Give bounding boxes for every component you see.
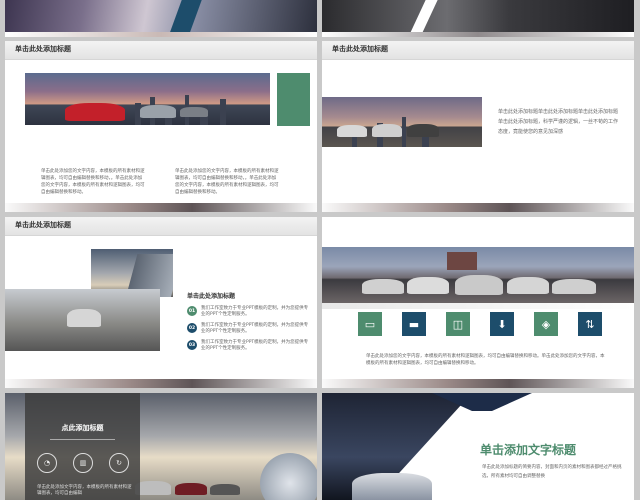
slide-thumbnail-6[interactable]: 单击添加文字标题 单击此处添加标题的简要内容，封面和内页的素材和图表都经过严格挑…: [322, 393, 634, 500]
caption-left: 单击此处添加您的文字内容，本模板的所有素材和逻辑图表，均可自由编辑替换和移动，。…: [41, 169, 145, 195]
cars-on-plaza-photo: [322, 97, 482, 147]
pie-chart-icon[interactable]: ◔: [37, 453, 57, 473]
item-number-2: 02: [187, 323, 197, 333]
slide-header: 单击此处添加标题: [5, 217, 317, 236]
slide-thumbnail-5[interactable]: 点此添加标题 ◔ ▥ ↻ 单击此处添加文字内容，本模板的所有素材和逻辑图表，均可…: [5, 393, 317, 500]
footer-band: [5, 203, 317, 212]
slide-title: 单击此处添加标题: [332, 45, 388, 53]
road-car-photo: [5, 289, 160, 351]
car-silhouette: [352, 473, 432, 500]
footer-band: [322, 32, 634, 37]
section-subtitle: 单击此处添加标题: [187, 293, 236, 300]
red-car: [65, 103, 125, 121]
slide-header: 单击此处添加标题: [5, 41, 317, 60]
cars-lineup-photo: [322, 247, 634, 303]
grey-car: [180, 107, 208, 117]
slide-thumbnail-4[interactable]: ▭ ▬ ◫ ⬇ ◈ ⇅ 单击此处添加您的文字内容，本模板的所有素材和逻辑图表，均可自由编辑…: [322, 217, 634, 388]
bar-chart-icon[interactable]: ▥: [73, 453, 93, 473]
transfer-icon[interactable]: ⇅: [578, 312, 602, 336]
caption-right: 单击此处添加您的文字内容，本模板的所有素材和逻辑图表，均可自由编辑替换和移动，。…: [175, 169, 279, 195]
footer-band: [322, 203, 634, 212]
panel-title: 点此添加标题: [61, 424, 104, 432]
slide-thumbnail-top-right[interactable]: [322, 0, 634, 37]
slide-title: 单击添加文字标题: [480, 443, 577, 457]
slide-title: 单击此处添加标题: [15, 221, 71, 229]
silver-car: [140, 105, 176, 118]
item-text-2: 我们工作室致力于专业PPT模板的定制，并为您提供专业的PPT个性定制服务。: [201, 323, 309, 334]
footer-band: [322, 379, 634, 388]
dome-building: [260, 453, 317, 500]
download-icon[interactable]: ⬇: [490, 312, 514, 336]
slide-thumbnail-1[interactable]: 单击此处添加标题 单击此处添加您的文字内容，本模板的所有素材和逻辑图表，均可自由…: [5, 41, 317, 212]
panel-body: 单击此处添加文字内容，本模板的所有素材和逻辑图表，均可自由编辑: [37, 485, 132, 496]
refresh-icon[interactable]: ↻: [109, 453, 129, 473]
slide-header: 单击此处添加标题: [322, 41, 634, 60]
footer-band: [5, 32, 317, 37]
slide-thumbnail-top-left[interactable]: [5, 0, 317, 37]
pagoda: [447, 252, 477, 270]
tray-icon[interactable]: ▬: [402, 312, 426, 336]
box-icon[interactable]: ◫: [446, 312, 470, 336]
footer-band: [5, 379, 317, 388]
text-overlay-panel: 点此添加标题 ◔ ▥ ↻ 单击此处添加文字内容，本模板的所有素材和逻辑图表，均可…: [25, 393, 140, 500]
white-sedan: [67, 309, 101, 327]
item-text-3: 我们工作室致力于专业PPT模板的定制，并为您提供专业的PPT个性定制服务。: [201, 340, 309, 351]
car-city-photo: [25, 73, 270, 125]
slide-title: 单击此处添加标题: [15, 45, 71, 53]
slide-thumbnail-3[interactable]: 单击此处添加标题 单击此处添加标题 01 我们工作室致力于专业PPT模板的定制，…: [5, 217, 317, 388]
cube-icon[interactable]: ◈: [534, 312, 558, 336]
item-number-1: 01: [187, 306, 197, 316]
slide-thumbnail-2[interactable]: 单击此处添加标题 单击此处添加标题单击此处添加标题单击此处添加标题单击此处添加标…: [322, 41, 634, 212]
slide-body-text: 单击此处添加标题单击此处添加标题单击此处添加标题单击此处添加标题，科学严谨的逻辑…: [498, 109, 619, 135]
item-text-1: 我们工作室致力于专业PPT模板的定制，并为您提供专业的PPT个性定制服务。: [201, 306, 309, 317]
inbox-icon[interactable]: ▭: [358, 312, 382, 336]
item-number-3: 03: [187, 340, 197, 350]
slide-body-text: 单击此处添加标题的简要内容，封面和内页的素材和图表都经过严格挑选，所有素材均可自…: [482, 465, 622, 479]
green-accent-block: [277, 73, 310, 126]
slide-caption: 单击此处添加您的文字内容，本模板的所有素材和逻辑图表，均可自由编辑替换和移动。单…: [366, 354, 605, 366]
